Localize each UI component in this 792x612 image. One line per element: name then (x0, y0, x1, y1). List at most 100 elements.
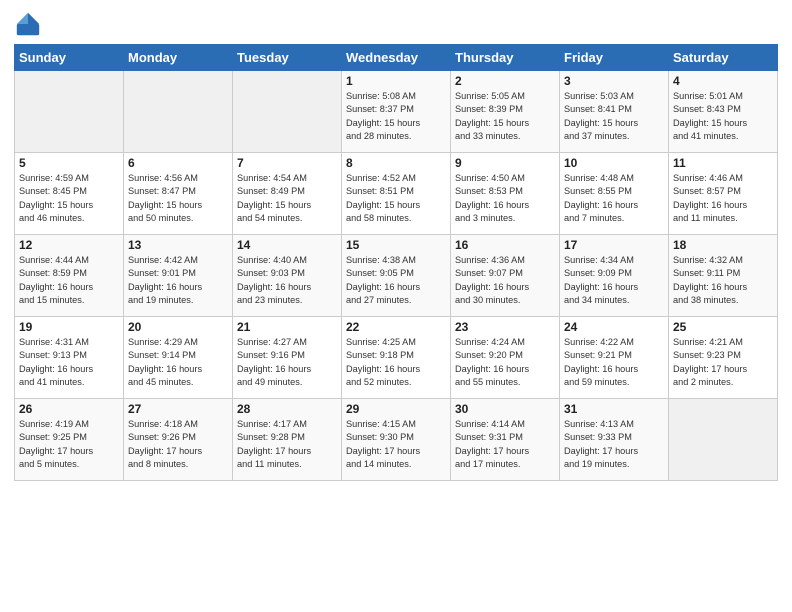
logo-icon (14, 10, 42, 38)
day-info: Sunrise: 4:42 AM Sunset: 9:01 PM Dayligh… (128, 254, 228, 307)
calendar-cell: 15 Sunrise: 4:38 AM Sunset: 9:05 PM Dayli… (342, 235, 451, 317)
day-info: Sunrise: 4:22 AM Sunset: 9:21 PM Dayligh… (564, 336, 664, 389)
day-info: Sunrise: 4:15 AM Sunset: 9:30 PM Dayligh… (346, 418, 446, 471)
header-wednesday: Wednesday (342, 45, 451, 71)
day-info: Sunrise: 4:48 AM Sunset: 8:55 PM Dayligh… (564, 172, 664, 225)
day-number: 7 (237, 156, 337, 170)
calendar-cell: 21 Sunrise: 4:27 AM Sunset: 9:16 PM Dayli… (233, 317, 342, 399)
calendar-cell: 16 Sunrise: 4:36 AM Sunset: 9:07 PM Dayli… (451, 235, 560, 317)
day-info: Sunrise: 5:08 AM Sunset: 8:37 PM Dayligh… (346, 90, 446, 143)
logo (14, 10, 46, 38)
day-number: 11 (673, 156, 773, 170)
day-info: Sunrise: 4:36 AM Sunset: 9:07 PM Dayligh… (455, 254, 555, 307)
day-info: Sunrise: 4:19 AM Sunset: 9:25 PM Dayligh… (19, 418, 119, 471)
calendar-cell: 9 Sunrise: 4:50 AM Sunset: 8:53 PM Daylig… (451, 153, 560, 235)
day-number: 5 (19, 156, 119, 170)
header-friday: Friday (560, 45, 669, 71)
day-info: Sunrise: 4:56 AM Sunset: 8:47 PM Dayligh… (128, 172, 228, 225)
day-number: 22 (346, 320, 446, 334)
day-info: Sunrise: 4:32 AM Sunset: 9:11 PM Dayligh… (673, 254, 773, 307)
day-info: Sunrise: 4:59 AM Sunset: 8:45 PM Dayligh… (19, 172, 119, 225)
calendar-cell: 25 Sunrise: 4:21 AM Sunset: 9:23 PM Dayli… (669, 317, 778, 399)
day-number: 30 (455, 402, 555, 416)
calendar-cell: 2Sunrise: 5:05 AM Sunset: 8:39 PM Daylig… (451, 71, 560, 153)
day-info: Sunrise: 5:05 AM Sunset: 8:39 PM Dayligh… (455, 90, 555, 143)
day-number: 15 (346, 238, 446, 252)
calendar-cell (669, 399, 778, 481)
calendar-cell: 26 Sunrise: 4:19 AM Sunset: 9:25 PM Dayli… (15, 399, 124, 481)
week-row-3: 12 Sunrise: 4:44 AM Sunset: 8:59 PM Dayli… (15, 235, 778, 317)
calendar-cell: 11 Sunrise: 4:46 AM Sunset: 8:57 PM Dayli… (669, 153, 778, 235)
calendar-cell: 22Sunrise: 4:25 AM Sunset: 9:18 PM Dayli… (342, 317, 451, 399)
calendar-cell: 28Sunrise: 4:17 AM Sunset: 9:28 PM Dayli… (233, 399, 342, 481)
calendar-cell (233, 71, 342, 153)
day-info: Sunrise: 4:29 AM Sunset: 9:14 PM Dayligh… (128, 336, 228, 389)
calendar-page: SundayMondayTuesdayWednesdayThursdayFrid… (0, 0, 792, 612)
day-info: Sunrise: 4:38 AM Sunset: 9:05 PM Dayligh… (346, 254, 446, 307)
day-number: 8 (346, 156, 446, 170)
day-info: Sunrise: 4:52 AM Sunset: 8:51 PM Dayligh… (346, 172, 446, 225)
day-info: Sunrise: 4:27 AM Sunset: 9:16 PM Dayligh… (237, 336, 337, 389)
day-info: Sunrise: 5:03 AM Sunset: 8:41 PM Dayligh… (564, 90, 664, 143)
day-number: 28 (237, 402, 337, 416)
calendar-cell: 7 Sunrise: 4:54 AM Sunset: 8:49 PM Daylig… (233, 153, 342, 235)
day-number: 17 (564, 238, 664, 252)
day-number: 16 (455, 238, 555, 252)
day-info: Sunrise: 4:44 AM Sunset: 8:59 PM Dayligh… (19, 254, 119, 307)
day-number: 6 (128, 156, 228, 170)
day-number: 23 (455, 320, 555, 334)
calendar-cell: 14Sunrise: 4:40 AM Sunset: 9:03 PM Dayli… (233, 235, 342, 317)
day-info: Sunrise: 4:34 AM Sunset: 9:09 PM Dayligh… (564, 254, 664, 307)
week-row-1: 1 Sunrise: 5:08 AM Sunset: 8:37 PM Daylig… (15, 71, 778, 153)
calendar-cell: 4 Sunrise: 5:01 AM Sunset: 8:43 PM Daylig… (669, 71, 778, 153)
calendar-cell: 18 Sunrise: 4:32 AM Sunset: 9:11 PM Dayli… (669, 235, 778, 317)
calendar-cell: 24 Sunrise: 4:22 AM Sunset: 9:21 PM Dayli… (560, 317, 669, 399)
calendar-cell: 27 Sunrise: 4:18 AM Sunset: 9:26 PM Dayli… (124, 399, 233, 481)
calendar-cell: 12 Sunrise: 4:44 AM Sunset: 8:59 PM Dayli… (15, 235, 124, 317)
day-number: 12 (19, 238, 119, 252)
calendar-cell: 23 Sunrise: 4:24 AM Sunset: 9:20 PM Dayli… (451, 317, 560, 399)
week-row-4: 19Sunrise: 4:31 AM Sunset: 9:13 PM Dayli… (15, 317, 778, 399)
day-number: 9 (455, 156, 555, 170)
day-number: 4 (673, 74, 773, 88)
day-number: 18 (673, 238, 773, 252)
calendar-cell: 13 Sunrise: 4:42 AM Sunset: 9:01 PM Dayli… (124, 235, 233, 317)
calendar-cell: 8 Sunrise: 4:52 AM Sunset: 8:51 PM Daylig… (342, 153, 451, 235)
week-row-2: 5 Sunrise: 4:59 AM Sunset: 8:45 PM Daylig… (15, 153, 778, 235)
day-info: Sunrise: 4:24 AM Sunset: 9:20 PM Dayligh… (455, 336, 555, 389)
calendar-cell: 20 Sunrise: 4:29 AM Sunset: 9:14 PM Dayli… (124, 317, 233, 399)
header-thursday: Thursday (451, 45, 560, 71)
day-info: Sunrise: 4:50 AM Sunset: 8:53 PM Dayligh… (455, 172, 555, 225)
day-number: 31 (564, 402, 664, 416)
calendar-cell: 1 Sunrise: 5:08 AM Sunset: 8:37 PM Daylig… (342, 71, 451, 153)
day-number: 27 (128, 402, 228, 416)
day-info: Sunrise: 4:40 AM Sunset: 9:03 PM Dayligh… (237, 254, 337, 307)
header-monday: Monday (124, 45, 233, 71)
day-number: 21 (237, 320, 337, 334)
calendar-cell: 6 Sunrise: 4:56 AM Sunset: 8:47 PM Daylig… (124, 153, 233, 235)
day-number: 24 (564, 320, 664, 334)
day-number: 26 (19, 402, 119, 416)
header-saturday: Saturday (669, 45, 778, 71)
calendar-cell: 29Sunrise: 4:15 AM Sunset: 9:30 PM Dayli… (342, 399, 451, 481)
day-number: 25 (673, 320, 773, 334)
calendar-table: SundayMondayTuesdayWednesdayThursdayFrid… (14, 44, 778, 481)
header (14, 10, 778, 38)
day-info: Sunrise: 4:18 AM Sunset: 9:26 PM Dayligh… (128, 418, 228, 471)
calendar-cell: 19Sunrise: 4:31 AM Sunset: 9:13 PM Dayli… (15, 317, 124, 399)
day-info: Sunrise: 4:46 AM Sunset: 8:57 PM Dayligh… (673, 172, 773, 225)
day-info: Sunrise: 5:01 AM Sunset: 8:43 PM Dayligh… (673, 90, 773, 143)
day-number: 13 (128, 238, 228, 252)
calendar-cell: 10 Sunrise: 4:48 AM Sunset: 8:55 PM Dayli… (560, 153, 669, 235)
day-number: 3 (564, 74, 664, 88)
day-number: 1 (346, 74, 446, 88)
calendar-cell: 30Sunrise: 4:14 AM Sunset: 9:31 PM Dayli… (451, 399, 560, 481)
day-number: 20 (128, 320, 228, 334)
header-sunday: Sunday (15, 45, 124, 71)
calendar-cell (15, 71, 124, 153)
day-number: 10 (564, 156, 664, 170)
day-info: Sunrise: 4:54 AM Sunset: 8:49 PM Dayligh… (237, 172, 337, 225)
day-info: Sunrise: 4:21 AM Sunset: 9:23 PM Dayligh… (673, 336, 773, 389)
calendar-cell: 31Sunrise: 4:13 AM Sunset: 9:33 PM Dayli… (560, 399, 669, 481)
week-row-5: 26 Sunrise: 4:19 AM Sunset: 9:25 PM Dayli… (15, 399, 778, 481)
